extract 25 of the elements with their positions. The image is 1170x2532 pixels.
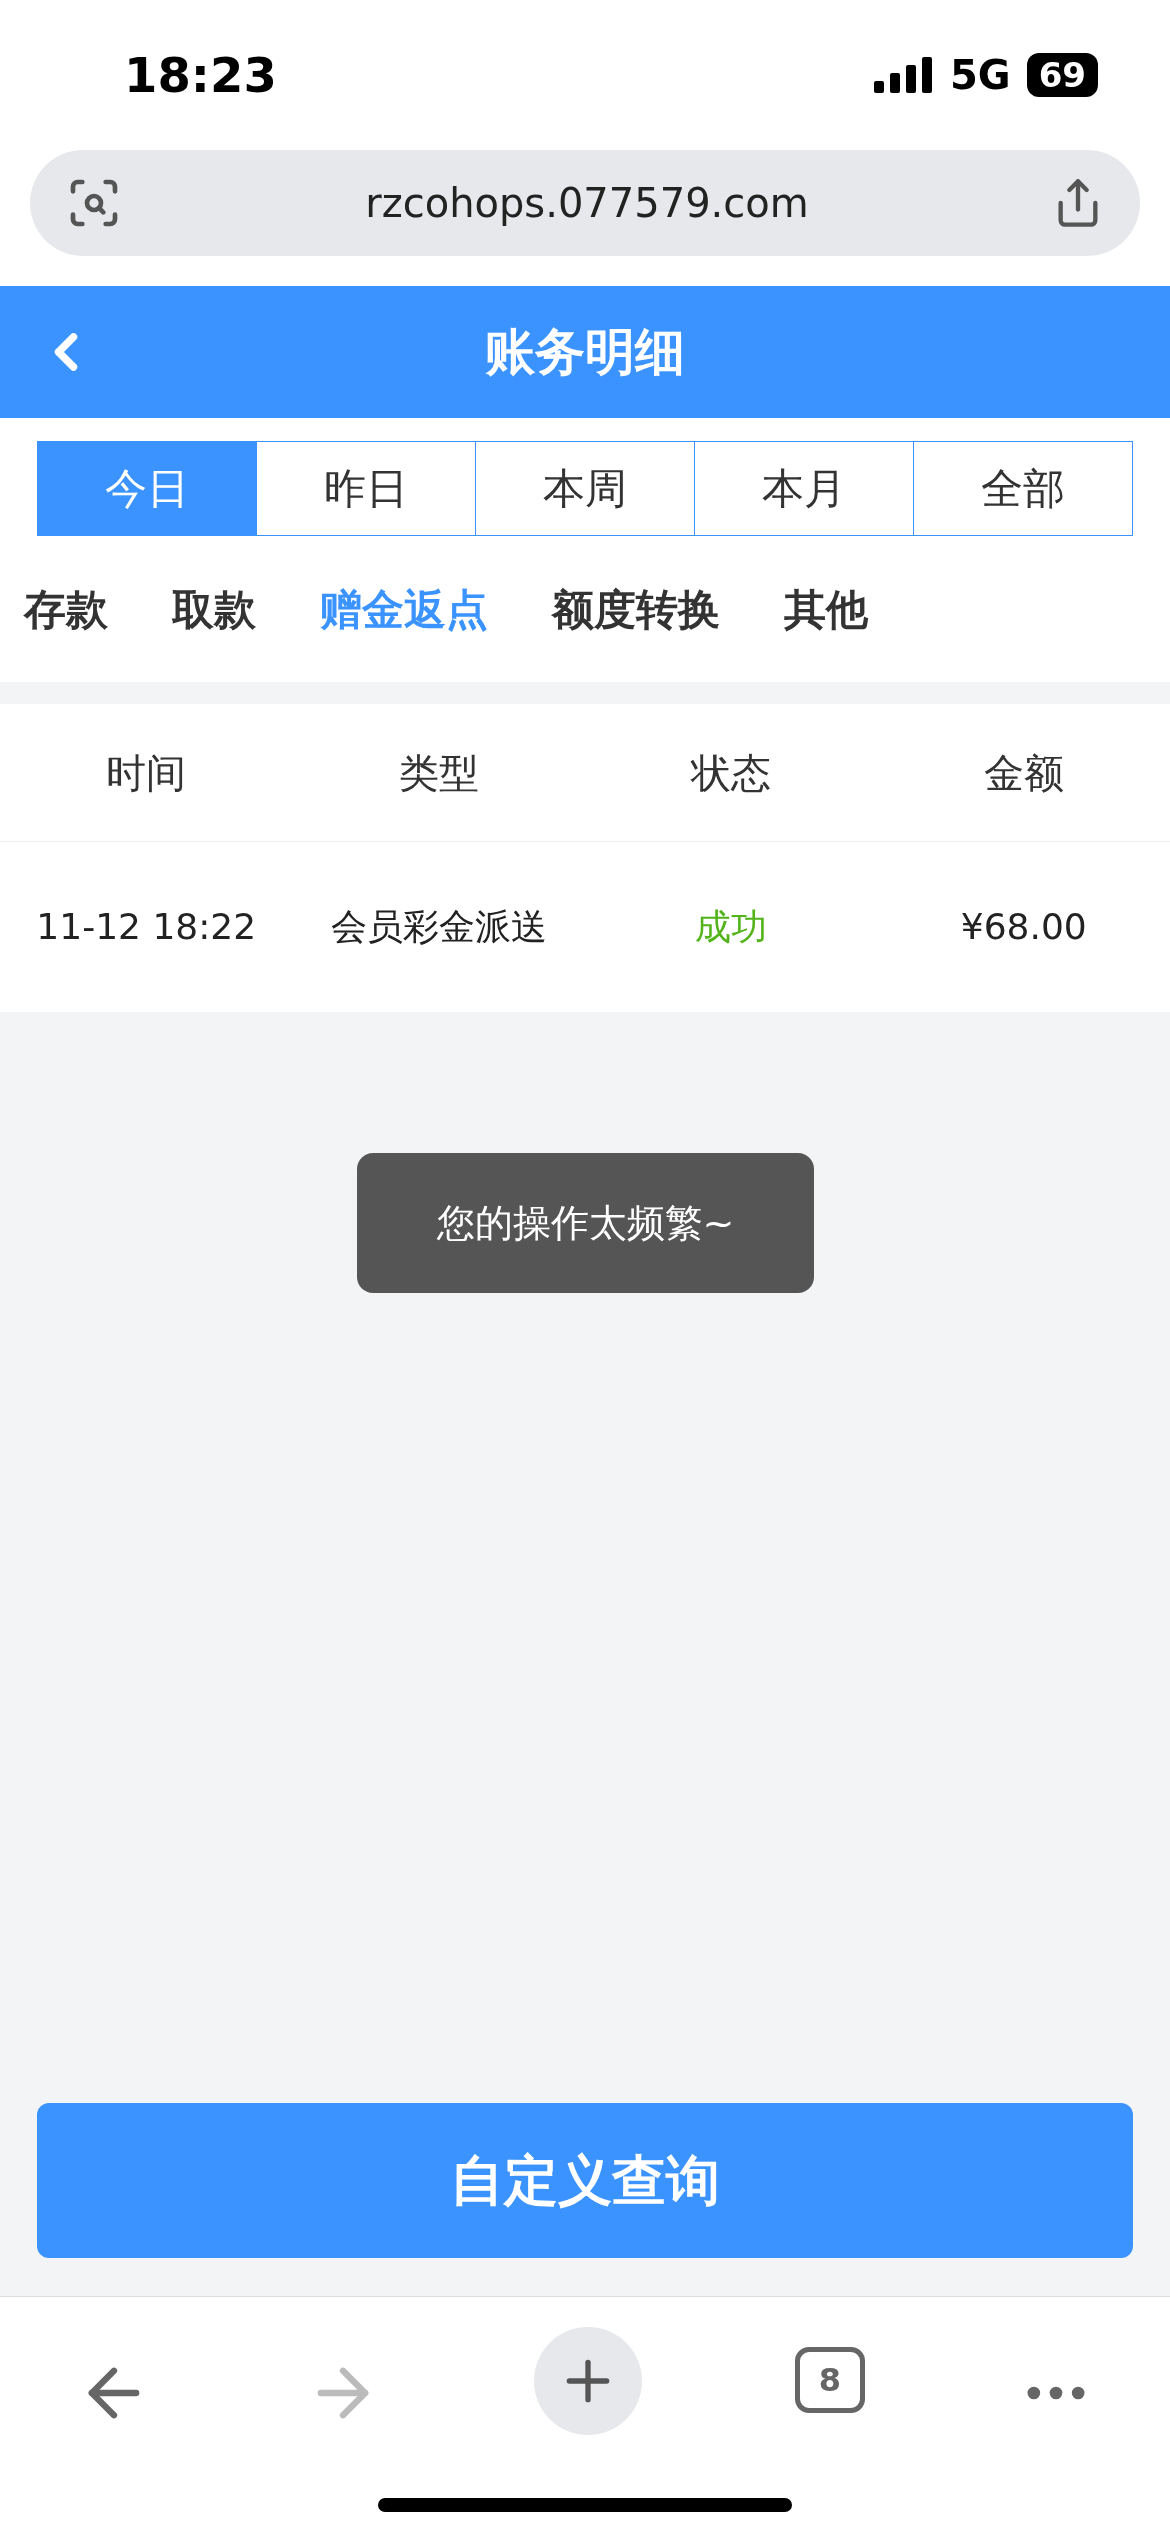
table-cell-text: 成功 <box>694 905 769 949</box>
network-label: 5G <box>950 51 1011 100</box>
page-title: 账务明细 <box>485 321 685 383</box>
category-tab[interactable]: 存款 <box>24 577 108 641</box>
table-cell-text: ¥68.00 <box>959 905 1088 949</box>
period-tab[interactable]: 昨日 <box>257 441 476 536</box>
category-tab[interactable]: 额度转换 <box>552 577 720 641</box>
category-tab[interactable]: 取款 <box>172 577 256 641</box>
period-tab[interactable]: 全部 <box>914 441 1133 536</box>
column-header: 时间 <box>105 748 188 798</box>
tab-count[interactable]: 8 <box>794 2347 865 2413</box>
address-bar[interactable]: rzcohops.077579.com <box>30 150 1140 256</box>
status-time: 18:23 <box>124 46 277 105</box>
table-cell-text: 会员彩金派送 <box>329 905 548 949</box>
period-tab[interactable]: 本周 <box>476 441 695 536</box>
toast-message: 您的操作太频繁~ <box>357 1153 814 1293</box>
table-cell-text: 11-12 18:22 <box>35 905 258 949</box>
column-header: 金额 <box>982 748 1065 798</box>
signal-icon <box>874 57 934 93</box>
period-tab[interactable]: 本月 <box>695 441 914 536</box>
column-header: 状态 <box>689 748 773 798</box>
url-text: rzcohops.077579.com <box>365 179 809 228</box>
category-tab[interactable]: 其他 <box>784 577 868 641</box>
column-header: 类型 <box>397 748 480 798</box>
battery-level: 69 <box>1026 53 1098 97</box>
